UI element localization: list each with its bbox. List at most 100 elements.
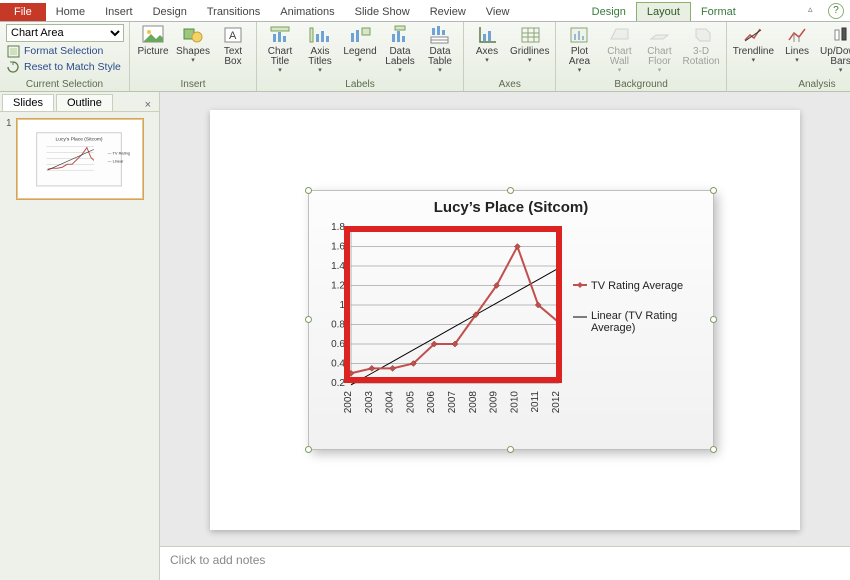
svg-text:2012: 2012 [551, 391, 562, 414]
picture-icon [142, 24, 164, 46]
format-selection-label: Format Selection [24, 45, 103, 57]
lines-button[interactable]: Lines▾ [780, 24, 814, 64]
group-labels: Chart Title▾ Axis Titles▾ Legend▾ Data L… [257, 22, 464, 91]
svg-text:TV Rating Average: TV Rating Average [591, 280, 683, 292]
close-pane-icon[interactable]: × [141, 99, 155, 111]
group-label-analysis: Analysis [733, 79, 850, 91]
help-icon[interactable]: ? [828, 3, 844, 19]
slide-number: 1 [6, 118, 12, 200]
svg-text:0.2: 0.2 [331, 378, 345, 389]
svg-text:— Linear: — Linear [107, 158, 124, 163]
svg-text:0.6: 0.6 [331, 339, 345, 350]
lines-icon [786, 24, 808, 46]
gridlines-icon [519, 24, 541, 46]
svg-text:Lucy’s Place (Sitcom): Lucy’s Place (Sitcom) [55, 137, 102, 143]
svg-text:0.4: 0.4 [331, 359, 345, 370]
tab-file[interactable]: File [0, 3, 46, 21]
minimize-ribbon-icon[interactable]: ▵ [808, 4, 822, 18]
tab-chart-format[interactable]: Format [691, 3, 746, 21]
group-label-insert: Insert [136, 79, 250, 91]
chart-element-selector[interactable]: Chart Area [6, 24, 124, 42]
chart-title-icon [269, 24, 291, 46]
svg-text:1.4: 1.4 [331, 261, 345, 272]
svg-text:1.8: 1.8 [331, 222, 345, 233]
trendline-icon [742, 24, 764, 46]
reset-style-button[interactable]: Reset to Match Style [6, 60, 123, 74]
chart-plot[interactable]: 0.20.40.60.811.21.41.61.8200220032004200… [309, 191, 715, 451]
svg-text:2005: 2005 [405, 391, 416, 414]
plot-area-icon [568, 24, 590, 46]
chart-title-button[interactable]: Chart Title▾ [263, 24, 297, 74]
tab-insert[interactable]: Insert [95, 3, 143, 21]
svg-text:1: 1 [339, 300, 345, 311]
slide-thumbnail-1[interactable]: Lucy’s Place (Sitcom) — TV Rating — Line… [16, 118, 144, 200]
svg-text:2006: 2006 [426, 391, 437, 414]
textbox-icon: A [222, 24, 244, 46]
group-insert: Picture Shapes▾ A Text Box Insert [130, 22, 257, 91]
tab-animations[interactable]: Animations [270, 3, 344, 21]
svg-text:2007: 2007 [447, 391, 458, 414]
chart-object[interactable]: Lucy’s Place (Sitcom) 0.20.40.60.811.21.… [308, 190, 714, 450]
svg-text:2009: 2009 [489, 391, 500, 414]
rotation-3d-icon [690, 24, 712, 46]
svg-text:2002: 2002 [343, 391, 354, 414]
chart-floor-icon [648, 24, 670, 46]
updown-bars-icon [830, 24, 850, 46]
tab-design[interactable]: Design [143, 3, 197, 21]
legend-icon [349, 24, 371, 46]
tab-home[interactable]: Home [46, 3, 95, 21]
chart-title[interactable]: Lucy’s Place (Sitcom) [309, 199, 713, 216]
chart-floor-button[interactable]: Chart Floor▾ [642, 24, 676, 74]
group-analysis: Trendline▾ Lines▾ Up/Down Bars▾ Error Ba… [727, 22, 850, 91]
svg-text:2011: 2011 [530, 391, 541, 413]
textbox-button[interactable]: A Text Box [216, 24, 250, 67]
plot-area-button[interactable]: Plot Area▾ [562, 24, 596, 74]
format-selection-icon [6, 44, 20, 58]
group-background: Plot Area▾ Chart Wall▾ Chart Floor▾ 3-D … [556, 22, 726, 91]
trendline-button[interactable]: Trendline▾ [733, 24, 774, 64]
svg-text:A: A [229, 30, 237, 42]
tab-chart-layout[interactable]: Layout [636, 2, 691, 21]
tab-slideshow[interactable]: Slide Show [345, 3, 420, 21]
main-tabstrip: File Home Insert Design Transitions Anim… [0, 0, 850, 22]
notes-pane[interactable]: Click to add notes [160, 546, 850, 580]
axes-button[interactable]: Axes▾ [470, 24, 504, 64]
axis-titles-icon [309, 24, 331, 46]
data-labels-button[interactable]: Data Labels▾ [383, 24, 417, 74]
tab-review[interactable]: Review [420, 3, 476, 21]
format-selection-button[interactable]: Format Selection [6, 44, 123, 58]
group-label-background: Background [562, 79, 719, 91]
picture-button[interactable]: Picture [136, 24, 170, 57]
updown-bars-button[interactable]: Up/Down Bars▾ [820, 24, 850, 74]
svg-text:2008: 2008 [468, 391, 479, 414]
reset-style-label: Reset to Match Style [24, 61, 121, 73]
group-label-current-selection: Current Selection [6, 79, 123, 91]
tab-chart-design[interactable]: Design [582, 3, 636, 21]
shapes-button[interactable]: Shapes▾ [176, 24, 210, 64]
editor-area: Lucy’s Place (Sitcom) 0.20.40.60.811.21.… [160, 92, 850, 580]
sidetab-slides[interactable]: Slides [2, 94, 54, 111]
gridlines-button[interactable]: Gridlines▾ [510, 24, 549, 64]
group-current-selection: Chart Area Format Selection Reset to Mat… [0, 22, 130, 91]
data-labels-icon [389, 24, 411, 46]
data-table-button[interactable]: Data Table▾ [423, 24, 457, 74]
reset-style-icon [6, 60, 20, 74]
svg-text:0.8: 0.8 [331, 320, 345, 331]
sidetab-outline[interactable]: Outline [56, 94, 113, 111]
data-table-icon [429, 24, 451, 46]
svg-text:— TV Rating: — TV Rating [107, 150, 129, 155]
svg-text:1.6: 1.6 [331, 242, 345, 253]
chart-wall-button[interactable]: Chart Wall▾ [602, 24, 636, 74]
3d-rotation-button[interactable]: 3-D Rotation [682, 24, 719, 67]
svg-text:Average): Average) [591, 322, 635, 334]
slide-canvas[interactable]: Lucy’s Place (Sitcom) 0.20.40.60.811.21.… [210, 110, 800, 530]
legend-button[interactable]: Legend▾ [343, 24, 377, 64]
tab-transitions[interactable]: Transitions [197, 3, 270, 21]
group-label-axes: Axes [470, 79, 549, 91]
shapes-icon [182, 24, 204, 46]
axes-icon [476, 24, 498, 46]
tab-view[interactable]: View [476, 3, 520, 21]
ribbon: Chart Area Format Selection Reset to Mat… [0, 22, 850, 92]
svg-text:2004: 2004 [385, 391, 396, 414]
axis-titles-button[interactable]: Axis Titles▾ [303, 24, 337, 74]
